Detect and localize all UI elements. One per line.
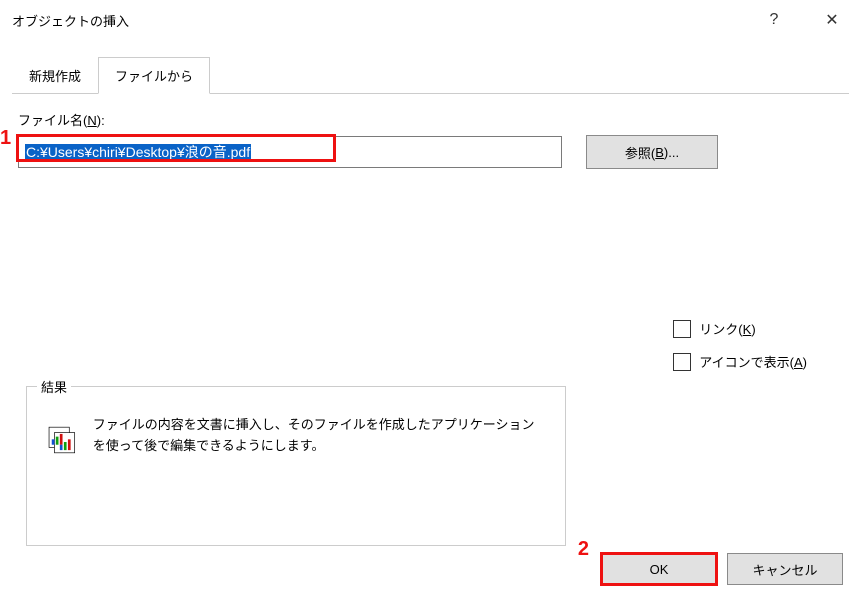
tab-from-file[interactable]: ファイルから — [98, 57, 210, 94]
link-checkbox[interactable] — [673, 320, 691, 338]
filename-input[interactable]: C:¥Users¥chiri¥Desktop¥浪の音.pdf — [18, 136, 562, 168]
cancel-button[interactable]: キャンセル — [727, 553, 843, 585]
annotation-number-2: 2 — [578, 538, 589, 561]
filename-row: 1 C:¥Users¥chiri¥Desktop¥浪の音.pdf 参照(B)..… — [18, 135, 843, 169]
ok-button[interactable]: OK — [601, 553, 717, 585]
annotation-number-1: 1 — [0, 127, 11, 150]
tab-new-create[interactable]: 新規作成 — [12, 57, 98, 94]
result-legend: 結果 — [37, 377, 71, 396]
result-body: ファイルの内容を文書に挿入し、そのファイルを作成したアプリケーションを使って後で… — [27, 387, 565, 493]
embed-object-icon — [45, 415, 79, 465]
dialog-content: 新規作成 ファイルから ファイル名(N): 1 C:¥Users¥chiri¥D… — [12, 56, 849, 591]
help-button[interactable]: ? — [745, 0, 803, 40]
filename-input-wrap: C:¥Users¥chiri¥Desktop¥浪の音.pdf — [18, 136, 562, 168]
result-group: 結果 ファイルの内容を文書に挿入し、そのファイルを作成したアプリケーションを使っ… — [26, 386, 566, 546]
link-checkbox-label: リンク(K) — [699, 319, 755, 338]
checkbox-group: リンク(K) アイコンで表示(A) — [673, 319, 807, 371]
close-button[interactable]: ✕ — [803, 0, 861, 40]
tab-bar: 新規作成 ファイルから — [12, 56, 849, 94]
window-title: オブジェクトの挿入 — [12, 11, 745, 30]
asicon-checkbox-row[interactable]: アイコンで表示(A) — [673, 352, 807, 371]
dialog-footer: OK キャンセル — [601, 553, 843, 585]
browse-button[interactable]: 参照(B)... — [586, 135, 718, 169]
filename-label: ファイル名(N): — [18, 110, 843, 129]
asicon-checkbox[interactable] — [673, 353, 691, 371]
titlebar: オブジェクトの挿入 ? ✕ — [0, 0, 861, 40]
asicon-checkbox-label: アイコンで表示(A) — [699, 352, 807, 371]
tab-panel-from-file: ファイル名(N): 1 C:¥Users¥chiri¥Desktop¥浪の音.p… — [12, 94, 849, 175]
link-checkbox-row[interactable]: リンク(K) — [673, 319, 807, 338]
result-description: ファイルの内容を文書に挿入し、そのファイルを作成したアプリケーションを使って後で… — [93, 415, 547, 457]
